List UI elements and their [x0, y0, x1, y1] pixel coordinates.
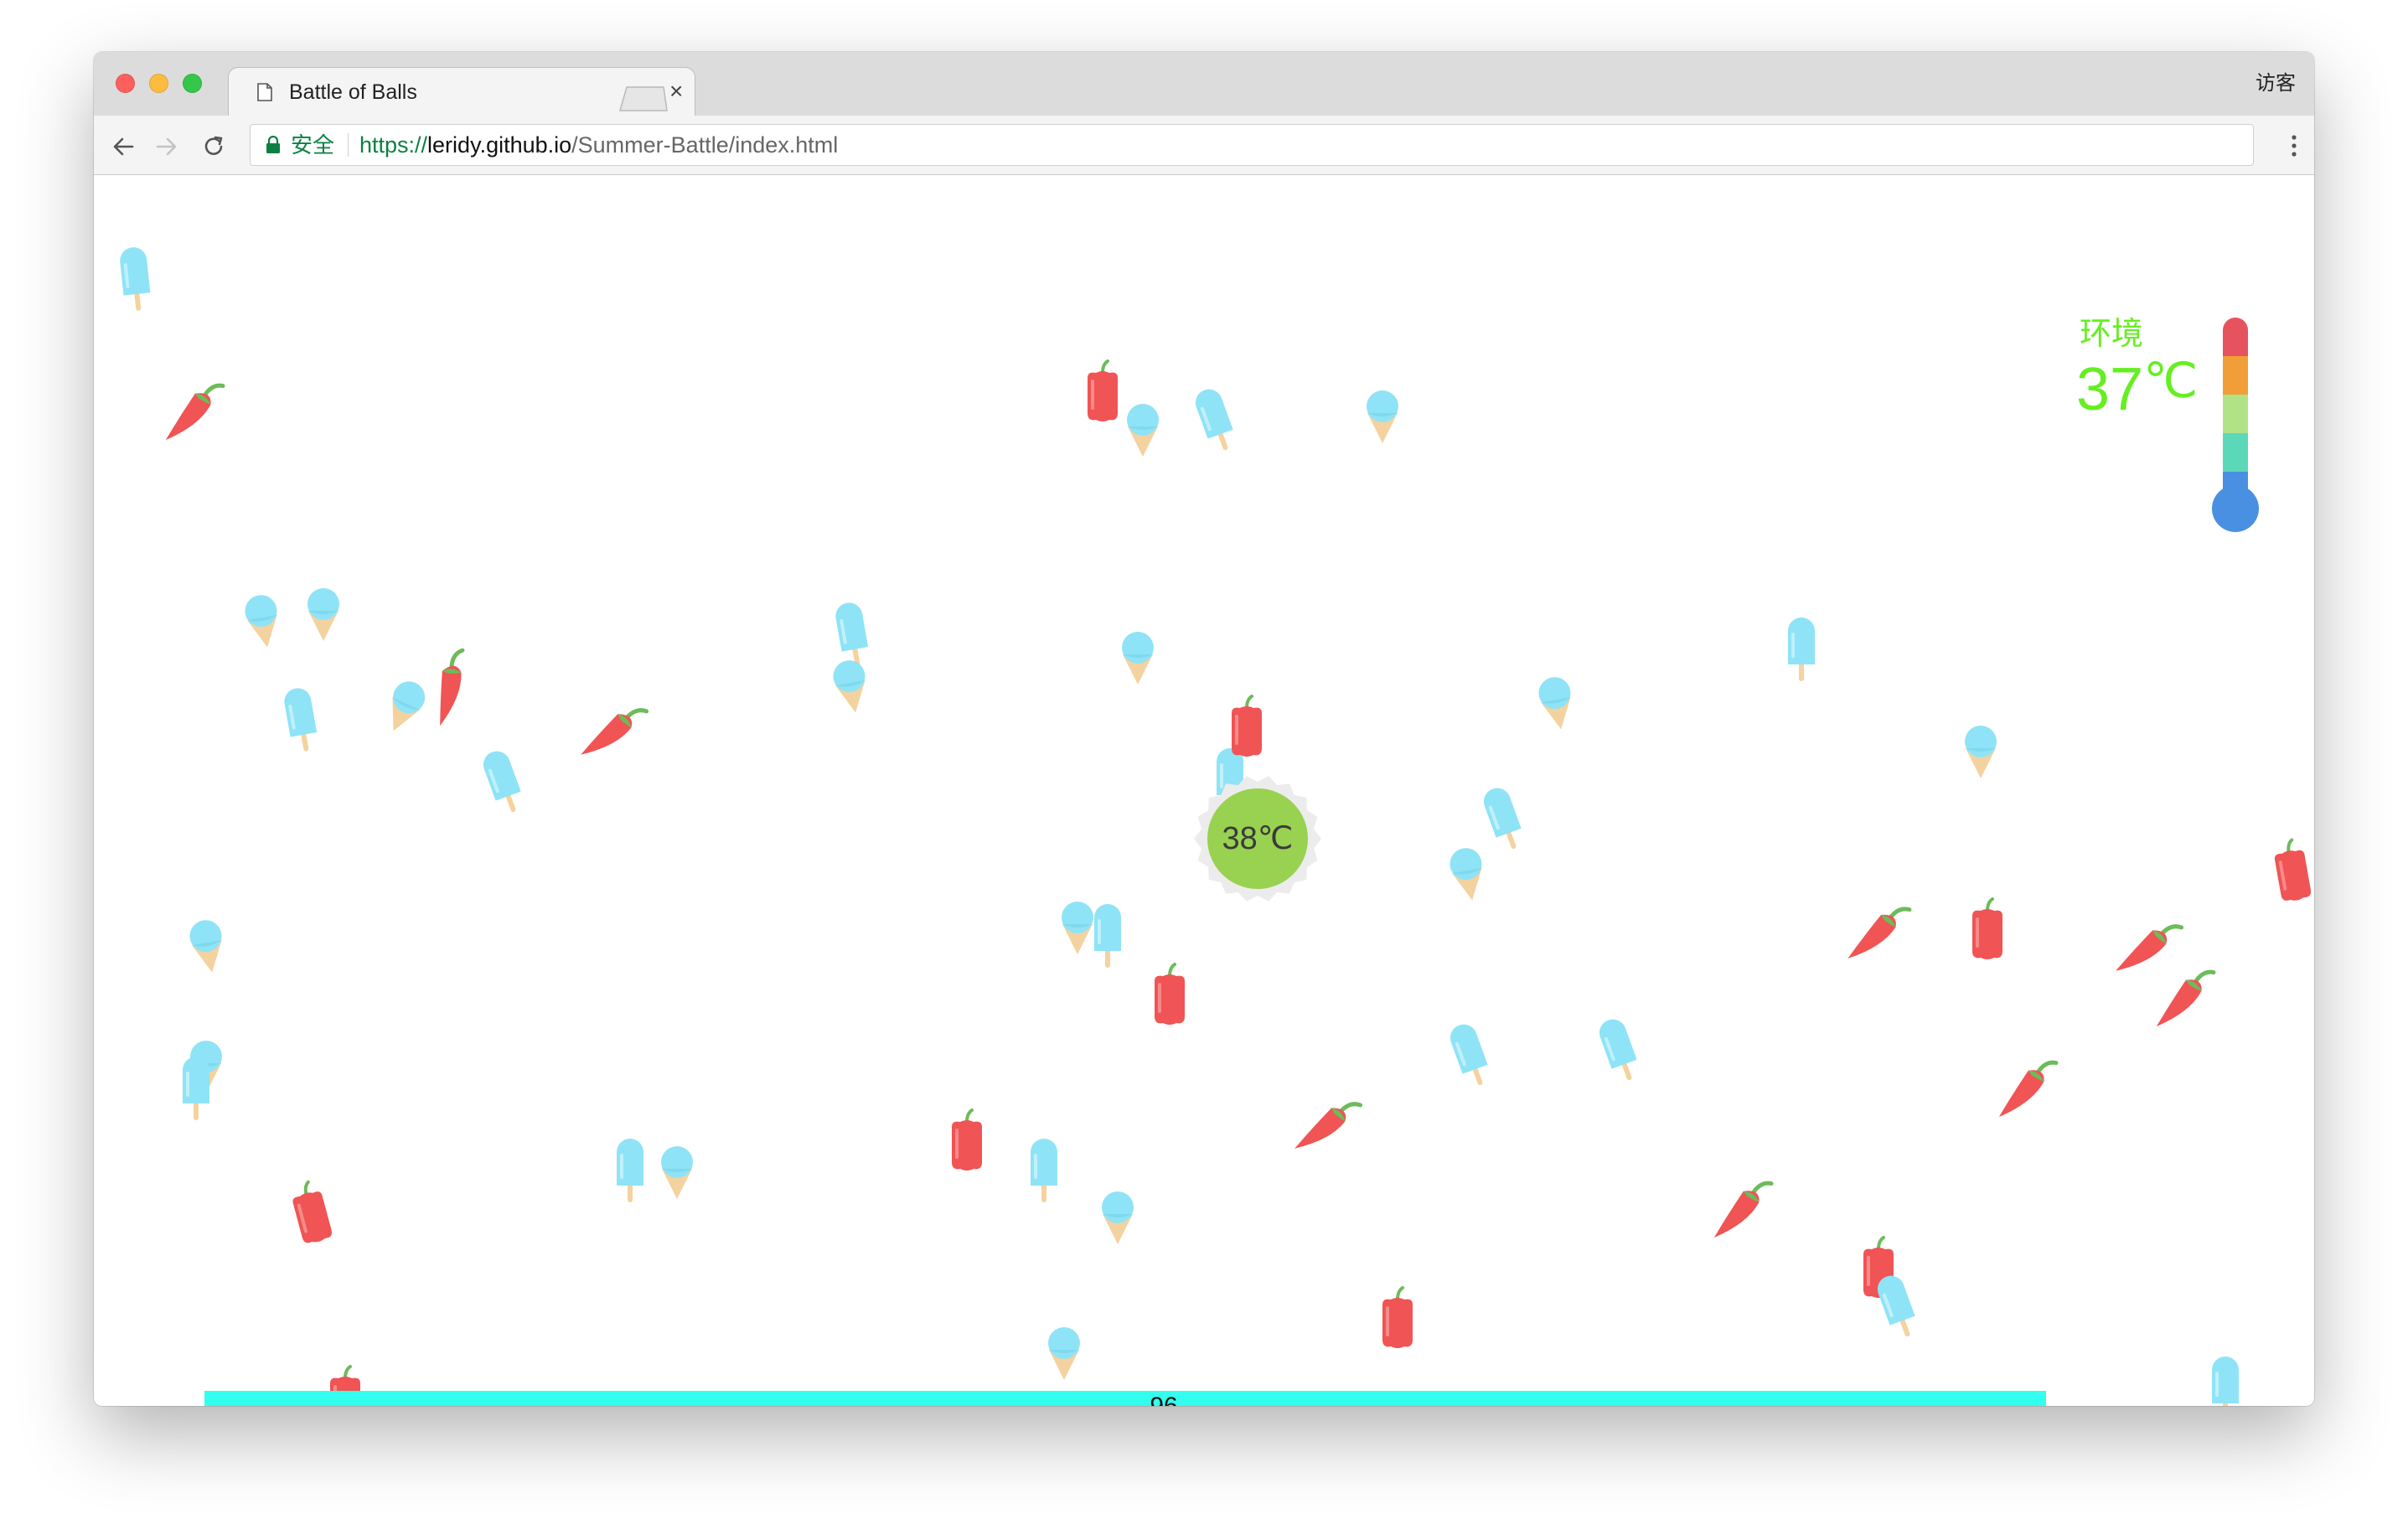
icecream-icon: [1044, 1325, 1084, 1386]
profile-button[interactable]: 访客: [2256, 72, 2296, 96]
chili-icon: [571, 687, 655, 783]
pepper-icon: [283, 1176, 339, 1253]
popsicle-icon: [1189, 385, 1245, 463]
popsicle-icon: [1444, 1020, 1500, 1098]
tab-close-button[interactable]: ×: [669, 78, 683, 105]
environment-temperature: 37℃: [2076, 354, 2199, 423]
forward-icon[interactable]: [154, 134, 179, 159]
pepper-icon: [1150, 963, 1190, 1031]
icecream-icon: [1362, 388, 1403, 449]
address-separator: [348, 133, 349, 157]
chili-icon: [1838, 889, 1918, 984]
popsicle-icon: [1871, 1271, 1927, 1350]
icecream-icon: [1118, 629, 1158, 690]
browser-window: Battle of Balls × 访客 安全 https://leridy.g…: [94, 52, 2314, 1406]
new-tab-button[interactable]: [617, 84, 670, 114]
popsicle-icon: [1091, 904, 1124, 975]
chili-icon: [1990, 1046, 2065, 1139]
icecream-icon: [1961, 723, 2001, 784]
icecream-icon: [183, 914, 233, 981]
environment-label: 环境: [2080, 317, 2144, 352]
popsicle-icon: [179, 1057, 213, 1128]
icecream-icon: [657, 1144, 697, 1205]
health-bar: 96: [204, 1391, 2123, 1406]
back-icon[interactable]: [111, 134, 136, 159]
close-window-button[interactable]: [116, 74, 135, 93]
screen: Battle of Balls × 访客 安全 https://leridy.g…: [0, 0, 2408, 1540]
lock-icon: [266, 136, 280, 153]
popsicle-icon: [1027, 1139, 1061, 1210]
thermometer-icon: [2212, 318, 2259, 532]
player-temperature: 38℃: [1222, 821, 1294, 856]
popsicle-icon: [477, 747, 533, 825]
zoom-window-button[interactable]: [183, 74, 202, 93]
health-value: 96: [204, 1391, 2123, 1406]
game-canvas[interactable]: 38℃ 环境 37℃ 96: [94, 175, 2314, 1406]
url-host: leridy.github.io: [427, 132, 572, 158]
toolbar: 安全 https://leridy.github.io/Summer-Battl…: [94, 116, 2314, 175]
address-bar[interactable]: 安全 https://leridy.github.io/Summer-Battl…: [250, 124, 2254, 166]
chili-icon: [1705, 1166, 1780, 1260]
chili-icon: [1285, 1081, 1369, 1176]
popsicle-icon: [1785, 618, 1818, 689]
reload-icon[interactable]: [201, 134, 226, 159]
icecream-icon: [303, 586, 344, 647]
popsicle-icon: [1593, 1015, 1649, 1093]
pepper-icon: [1967, 897, 2008, 965]
page-icon: [257, 83, 272, 101]
url-path: /Summer-Battle/index.html: [571, 132, 839, 158]
icecream-icon: [1443, 842, 1493, 909]
url-scheme: https://: [359, 132, 428, 158]
popsicle-icon: [613, 1139, 647, 1210]
environment-temp-value: 37: [2076, 356, 2144, 423]
environment-temp-unit: ℃: [2143, 354, 2199, 408]
pepper-icon: [1227, 695, 1267, 762]
secure-label: 安全: [291, 132, 335, 158]
pepper-icon: [947, 1108, 987, 1176]
popsicle-icon: [279, 685, 324, 762]
menu-icon[interactable]: [2289, 132, 2299, 159]
icecream-icon: [238, 589, 288, 656]
popsicle-icon: [116, 245, 157, 320]
title-bar: Battle of Balls × 访客: [94, 52, 2314, 116]
icecream-icon: [1123, 401, 1163, 463]
chili-icon: [157, 369, 232, 463]
minimize-window-button[interactable]: [149, 74, 168, 93]
url-text[interactable]: https://leridy.github.io/Summer-Battle/i…: [359, 132, 838, 158]
icecream-icon: [1098, 1189, 1138, 1250]
icecream-icon: [1532, 671, 1582, 738]
tab-title: Battle of Balls: [289, 80, 417, 104]
popsicle-icon: [2209, 1357, 2242, 1406]
pepper-icon: [1083, 359, 1123, 427]
pepper-icon: [1377, 1286, 1418, 1354]
popsicle-icon: [1477, 783, 1533, 862]
pepper-icon: [2266, 835, 2314, 909]
